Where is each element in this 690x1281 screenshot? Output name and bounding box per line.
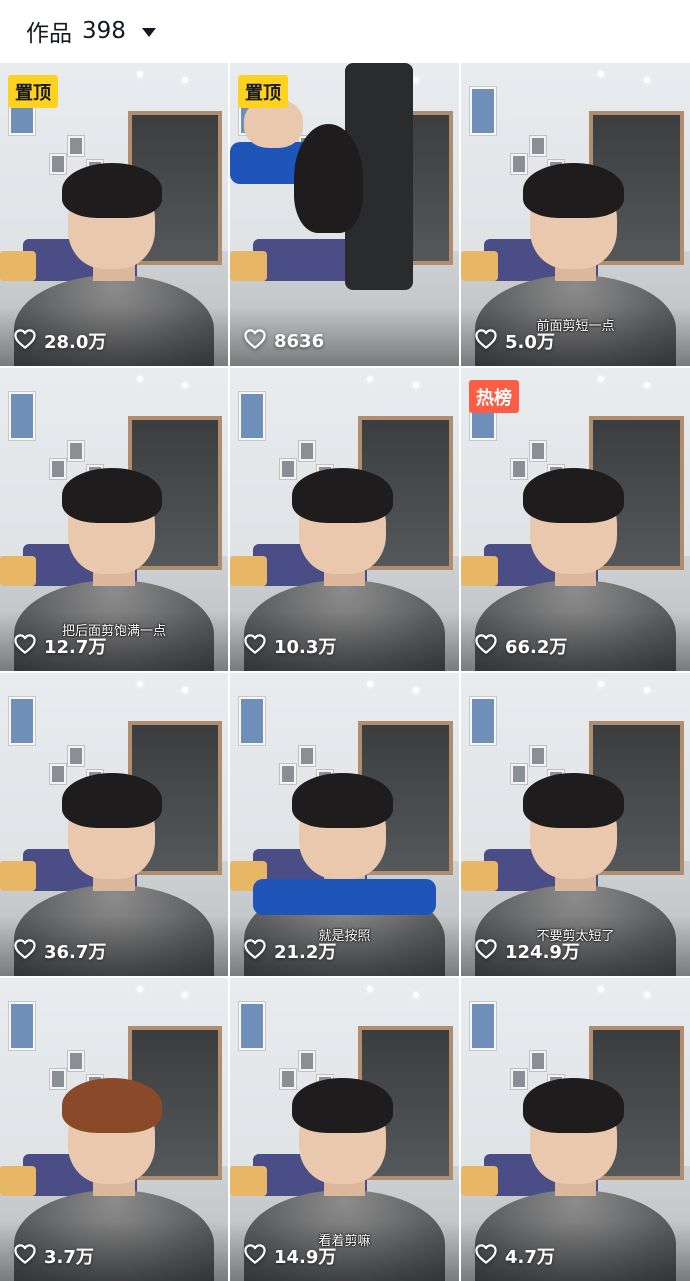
video-thumbnail-image [0,978,228,1281]
heart-outline-icon [14,1243,36,1269]
video-tile[interactable]: 前面剪短一点 5.0万 [461,63,690,366]
like-count: 14.9万 [244,1243,336,1269]
video-thumbnail-image [230,63,459,366]
heart-outline-icon [475,1243,497,1269]
hot-list-badge: 热榜 [469,380,519,413]
like-count: 10.3万 [244,633,336,659]
heart-outline-icon [14,328,36,354]
pinned-badge: 置顶 [238,75,288,108]
video-tile[interactable]: 不要剪太短了 124.9万 [461,673,690,976]
pinned-badge: 置顶 [8,75,58,108]
like-count: 21.2万 [244,938,336,964]
like-count-value: 36.7万 [44,942,107,963]
video-thumbnail-image [0,63,228,366]
like-count-value: 12.7万 [44,637,107,658]
like-count: 36.7万 [14,938,106,964]
like-count-value: 28.0万 [44,332,107,353]
video-thumbnail-image [0,673,228,976]
like-count-value: 21.2万 [274,942,337,963]
video-tile[interactable]: 10.3万 [230,368,459,671]
video-tile[interactable]: 置顶 8636 [230,63,459,366]
like-count: 5.0万 [475,328,555,354]
like-count-value: 4.7万 [505,1247,555,1268]
heart-outline-icon [14,633,36,659]
video-tile[interactable]: 把后面剪饱满一点 12.7万 [0,368,228,671]
heart-outline-icon [244,329,266,354]
heart-outline-icon [244,938,266,964]
video-grid: 置顶 28.0万 置顶 8636 前面剪短一点 5.0万把后面剪饱满一点 12.7万 10.3… [0,63,690,1281]
video-tile[interactable]: 热榜 66.2万 [461,368,690,671]
heart-outline-icon [244,1243,266,1269]
heart-outline-icon [244,633,266,659]
works-header: 作品 398 [0,0,690,62]
heart-outline-icon [14,938,36,964]
like-count-value: 14.9万 [274,1247,337,1268]
like-count-value: 5.0万 [505,332,555,353]
video-thumbnail-image [230,368,459,671]
like-count: 66.2万 [475,633,567,659]
like-count: 12.7万 [14,633,106,659]
video-tile[interactable]: 3.7万 [0,978,228,1281]
like-count: 28.0万 [14,328,106,354]
like-count-value: 3.7万 [44,1247,94,1268]
like-count: 4.7万 [475,1243,555,1269]
video-tile[interactable]: 就是按照 21.2万 [230,673,459,976]
like-count-value: 66.2万 [505,637,568,658]
caret-down-icon [141,27,156,37]
heart-outline-icon [475,328,497,354]
video-thumbnail-image [461,368,690,671]
like-count: 124.9万 [475,938,580,964]
video-tile[interactable]: 看着剪嘛 14.9万 [230,978,459,1281]
video-thumbnail-image [461,978,690,1281]
heart-outline-icon [475,633,497,659]
video-tile[interactable]: 置顶 28.0万 [0,63,228,366]
video-tile[interactable]: 4.7万 [461,978,690,1281]
like-count: 8636 [244,329,324,354]
video-tile[interactable]: 36.7万 [0,673,228,976]
like-count: 3.7万 [14,1243,94,1269]
works-tab-dropdown[interactable]: 作品 398 [26,14,156,48]
like-count-value: 124.9万 [505,942,580,963]
like-count-value: 10.3万 [274,637,337,658]
works-label: 作品 [26,21,72,47]
works-count: 398 [82,18,126,44]
like-count-value: 8636 [274,331,325,352]
heart-outline-icon [475,938,497,964]
